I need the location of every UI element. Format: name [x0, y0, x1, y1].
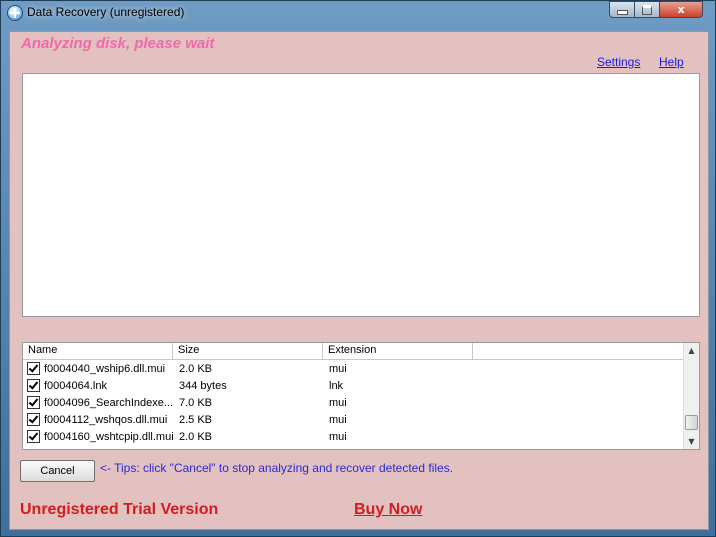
file-checkbox[interactable]: [27, 413, 40, 426]
name-cell: f0004040_wship6.dll.mui: [23, 362, 173, 375]
cancel-button[interactable]: Cancel: [20, 460, 95, 482]
file-size: 2.0 KB: [179, 430, 213, 443]
vertical-scrollbar[interactable]: ▲ ▼: [683, 343, 699, 449]
maximize-button[interactable]: [634, 1, 660, 18]
file-name: f0004064.lnk: [44, 379, 107, 392]
table-row[interactable]: f0004064.lnk 344 bytes lnk: [23, 377, 683, 394]
minimize-icon: [616, 10, 628, 15]
window-title: Data Recovery (unregistered): [27, 5, 185, 19]
help-link[interactable]: Help: [659, 55, 684, 69]
file-size: 7.0 KB: [179, 396, 213, 409]
scroll-thumb[interactable]: [685, 415, 698, 430]
tips-text: <- Tips: click "Cancel" to stop analyzin…: [100, 461, 454, 475]
name-cell: f0004096_SearchIndexe...: [23, 396, 173, 409]
list-rows: f0004040_wship6.dll.mui 2.0 KB mui f0004…: [23, 360, 683, 445]
close-button[interactable]: x: [659, 1, 703, 18]
chevron-up-icon[interactable]: ▲: [684, 343, 699, 358]
settings-link[interactable]: Settings: [597, 55, 640, 69]
table-row[interactable]: f0004160_wshtcpip.dll.mui 2.0 KB mui: [23, 428, 683, 445]
file-size: 344 bytes: [179, 379, 227, 392]
column-header-empty: [473, 343, 683, 359]
file-size: 2.5 KB: [179, 413, 213, 426]
file-extension: mui: [329, 362, 347, 375]
file-name: f0004040_wship6.dll.mui: [44, 362, 166, 375]
file-checkbox[interactable]: [27, 362, 40, 375]
title-bar[interactable]: Data Recovery (unregistered) x: [1, 1, 715, 23]
close-icon: x: [677, 3, 685, 16]
main-panel: Analyzing disk, please wait Settings Hel…: [9, 31, 709, 530]
trial-version-label: Unregistered Trial Version: [20, 501, 219, 518]
recovered-files-list[interactable]: Name Size Extension f0004040_wship6.dll.…: [22, 342, 700, 450]
name-cell: f0004160_wshtcpip.dll.mui: [23, 430, 173, 443]
file-extension: mui: [329, 396, 347, 409]
app-window: Data Recovery (unregistered) x Analyzing…: [0, 0, 716, 537]
file-extension: lnk: [329, 379, 344, 392]
name-cell: f0004112_wshqos.dll.mui: [23, 413, 173, 426]
file-name: f0004096_SearchIndexe...: [44, 396, 173, 409]
list-header: Name Size Extension: [23, 343, 683, 360]
name-cell: f0004064.lnk: [23, 379, 173, 392]
table-row[interactable]: f0004112_wshqos.dll.mui 2.5 KB mui: [23, 411, 683, 428]
file-checkbox[interactable]: [27, 396, 40, 409]
analysis-log-area: [22, 73, 700, 317]
file-checkbox[interactable]: [27, 430, 40, 443]
file-checkbox[interactable]: [27, 379, 40, 392]
file-extension: mui: [329, 430, 347, 443]
table-row[interactable]: f0004040_wship6.dll.mui 2.0 KB mui: [23, 360, 683, 377]
column-header-name[interactable]: Name: [23, 343, 173, 359]
column-header-extension[interactable]: Extension: [323, 343, 473, 359]
minimize-button[interactable]: [609, 1, 635, 18]
column-header-size[interactable]: Size: [173, 343, 323, 359]
file-extension: mui: [329, 413, 347, 426]
status-title: Analyzing disk, please wait: [21, 35, 215, 52]
file-name: f0004112_wshqos.dll.mui: [44, 413, 168, 426]
table-row[interactable]: f0004096_SearchIndexe... 7.0 KB mui: [23, 394, 683, 411]
file-size: 2.0 KB: [179, 362, 213, 375]
file-name: f0004160_wshtcpip.dll.mui: [44, 430, 173, 443]
buy-now-link[interactable]: Buy Now: [354, 501, 422, 519]
maximize-icon: [642, 4, 652, 15]
chevron-down-icon[interactable]: ▼: [684, 434, 699, 449]
app-recovery-icon: [7, 5, 23, 21]
